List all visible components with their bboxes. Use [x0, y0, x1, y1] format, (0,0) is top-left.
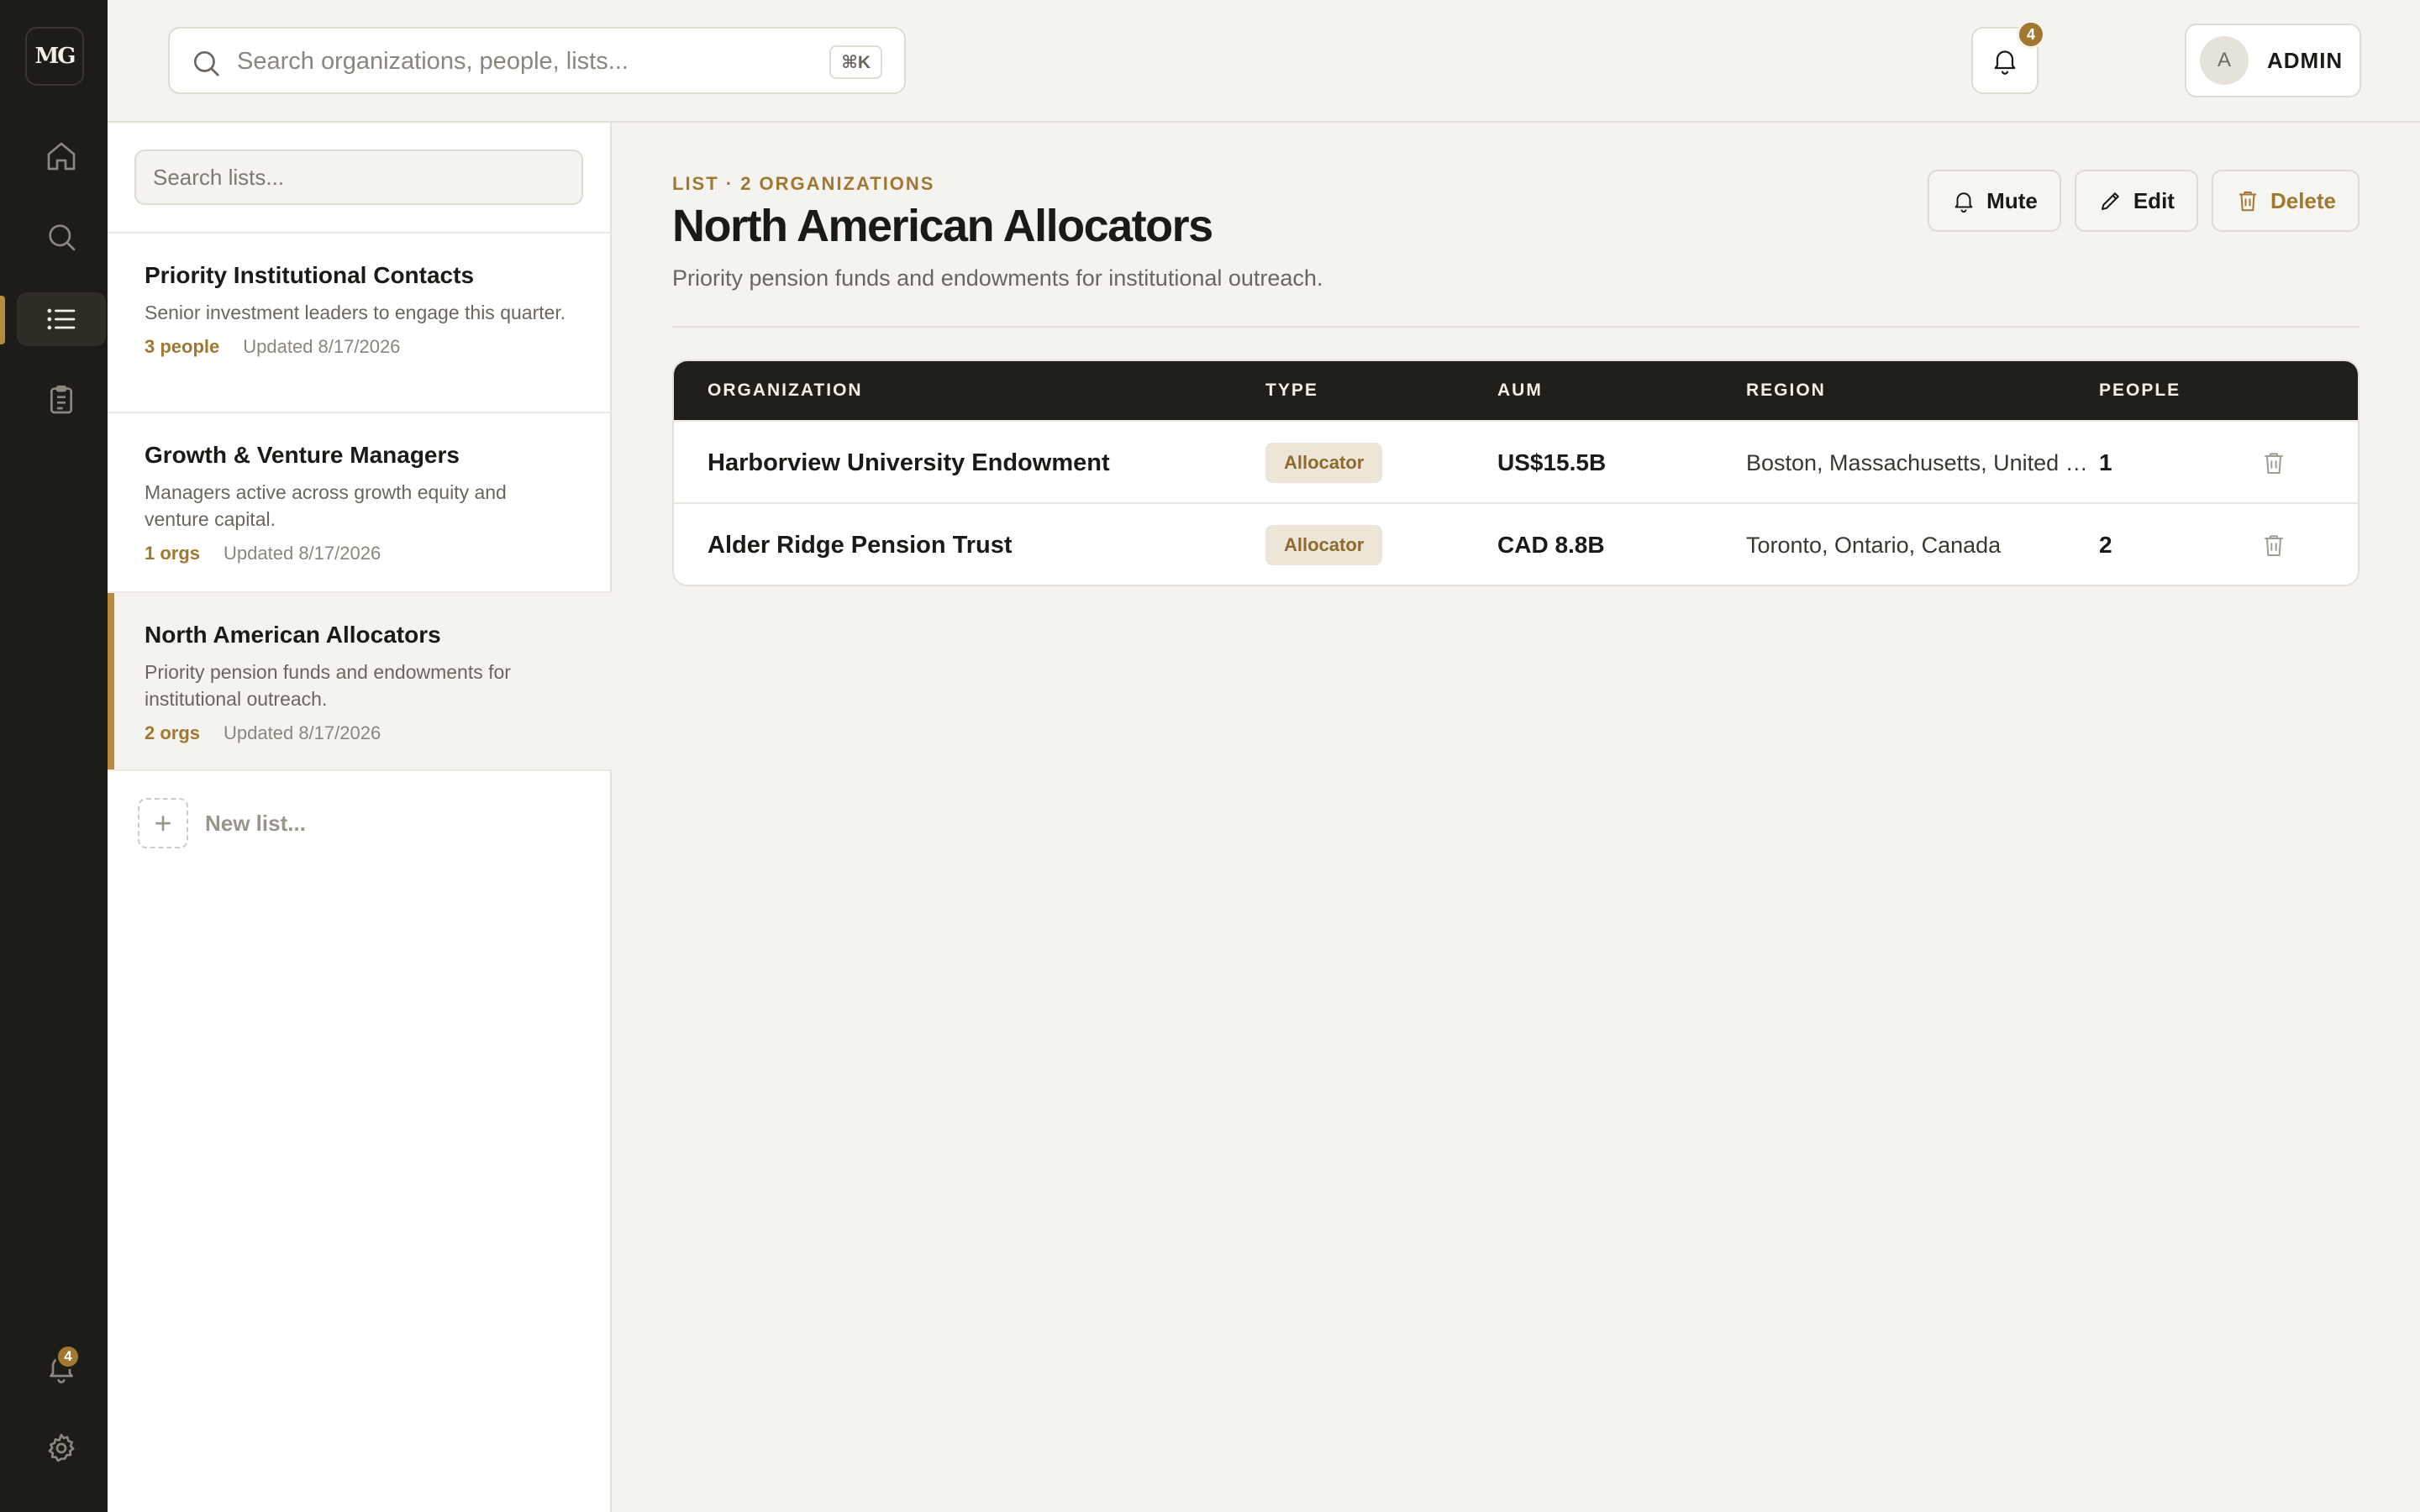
- notification-count-badge: 4: [55, 1344, 81, 1369]
- delete-label: Delete: [2270, 187, 2336, 213]
- nav-search[interactable]: [17, 210, 106, 264]
- list-item-updated: Updated 8/17/2026: [224, 543, 381, 564]
- list-item-count: 3 people: [145, 336, 220, 357]
- keyboard-shortcut-hint: ⌘K: [829, 45, 882, 79]
- people-count: 2: [2099, 532, 2112, 558]
- user-name: ADMIN: [2267, 47, 2344, 73]
- column-header-organization[interactable]: ORGANIZATION: [708, 361, 863, 420]
- trash-icon: [2265, 535, 2283, 556]
- list-item-meta: 2 orgs Updated 8/17/2026: [145, 722, 575, 744]
- search-icon: [49, 224, 76, 251]
- type-badge: Allocator: [1265, 443, 1383, 483]
- mute-label: Mute: [1986, 187, 2038, 213]
- search-icon: [193, 50, 219, 76]
- lists-panel: Priority Institutional Contacts Senior i…: [108, 123, 612, 1512]
- bell-icon: [1994, 50, 2016, 75]
- list-item[interactable]: Growth & Venture Managers Managers activ…: [108, 412, 612, 591]
- home-icon: [47, 142, 76, 171]
- nav-lists[interactable]: [17, 292, 106, 346]
- list-item-selected[interactable]: North American Allocators Priority pensi…: [108, 591, 612, 771]
- plus-icon: +: [138, 798, 188, 848]
- list-item[interactable]: Priority Institutional Contacts Senior i…: [108, 232, 612, 412]
- list-item-count: 1 orgs: [145, 543, 201, 564]
- aum-value: US$15.5B: [1497, 449, 1607, 475]
- list-item-title: Priority Institutional Contacts: [145, 262, 475, 288]
- table-row[interactable]: Alder Ridge Pension Trust Allocator CAD …: [674, 502, 2358, 585]
- list-item-updated: Updated 8/17/2026: [243, 336, 401, 357]
- page-description: Priority pension funds and endowments fo…: [672, 265, 1323, 291]
- region-value: Boston, Massachusetts, United States: [1746, 449, 2091, 475]
- table-header: ORGANIZATION TYPE AUM REGION PEOPLE: [674, 361, 2358, 420]
- nav-active-indicator: [0, 296, 5, 344]
- gear-icon: [48, 1433, 75, 1462]
- people-count: 1: [2099, 449, 2112, 475]
- column-header-region[interactable]: REGION: [1746, 361, 1826, 420]
- column-header-aum[interactable]: AUM: [1497, 361, 1543, 420]
- new-list-label: New list...: [205, 810, 306, 836]
- edit-button[interactable]: Edit: [2074, 170, 2198, 232]
- list-item-title: North American Allocators: [145, 622, 441, 648]
- delete-button[interactable]: Delete: [2211, 170, 2360, 232]
- list-item-meta: 1 orgs Updated 8/17/2026: [145, 543, 575, 564]
- avatar: A: [2200, 36, 2249, 85]
- remove-row-button[interactable]: [2260, 504, 2287, 585]
- list-icon: [47, 308, 76, 330]
- clipboard-icon: [50, 385, 72, 414]
- user-menu-button[interactable]: A ADMIN: [2185, 24, 2361, 97]
- page-title: North American Allocators: [672, 201, 1213, 251]
- app-rail: MG 4: [0, 0, 108, 1512]
- nav-home[interactable]: [17, 129, 106, 183]
- list-item-meta: 3 people Updated 8/17/2026: [145, 336, 575, 358]
- app-logo[interactable]: MG: [25, 27, 84, 86]
- column-header-people[interactable]: PEOPLE: [2099, 361, 2181, 420]
- top-bar: ⌘K 4 A ADMIN: [108, 0, 2420, 123]
- table-row[interactable]: Harborview University Endowment Allocato…: [674, 420, 2358, 502]
- region-value: Toronto, Ontario, Canada: [1746, 532, 2002, 558]
- organizations-table: ORGANIZATION TYPE AUM REGION PEOPLE Harb…: [672, 360, 2360, 586]
- notification-count-badge: 4: [2017, 20, 2045, 49]
- list-item-description: Senior investment leaders to engage this…: [145, 302, 566, 323]
- column-header-type[interactable]: TYPE: [1265, 361, 1318, 420]
- remove-row-button[interactable]: [2260, 422, 2287, 504]
- pencil-icon: [2101, 192, 2119, 210]
- new-list-button[interactable]: + New list...: [138, 798, 306, 848]
- list-item-description: Priority pension funds and endowments fo…: [145, 661, 511, 710]
- lists-search-input[interactable]: [134, 150, 583, 205]
- aum-value: CAD 8.8B: [1497, 532, 1605, 558]
- list-item-updated: Updated 8/17/2026: [224, 722, 381, 743]
- organization-name[interactable]: Harborview University Endowment: [708, 449, 1110, 477]
- list-item-count: 2 orgs: [145, 722, 201, 743]
- list-item-description: Managers active across growth equity and…: [145, 481, 507, 530]
- divider: [672, 326, 2360, 328]
- list-eyebrow: LIST · 2 ORGANIZATIONS: [672, 173, 935, 194]
- trash-icon: [2265, 453, 2283, 474]
- list-item-title: Growth & Venture Managers: [145, 442, 460, 468]
- type-badge: Allocator: [1265, 525, 1383, 565]
- list-actions: Mute Edit Delete: [1928, 170, 2360, 232]
- global-search-input[interactable]: [237, 40, 808, 82]
- nav-tasks[interactable]: [17, 373, 106, 427]
- organization-name[interactable]: Alder Ridge Pension Trust: [708, 532, 1013, 559]
- bell-icon: [1954, 192, 1973, 213]
- mute-button[interactable]: Mute: [1928, 170, 2061, 232]
- global-search[interactable]: ⌘K: [168, 27, 906, 94]
- nav-settings[interactable]: [17, 1421, 106, 1475]
- edit-label: Edit: [2133, 187, 2175, 213]
- trash-icon: [2238, 192, 2256, 212]
